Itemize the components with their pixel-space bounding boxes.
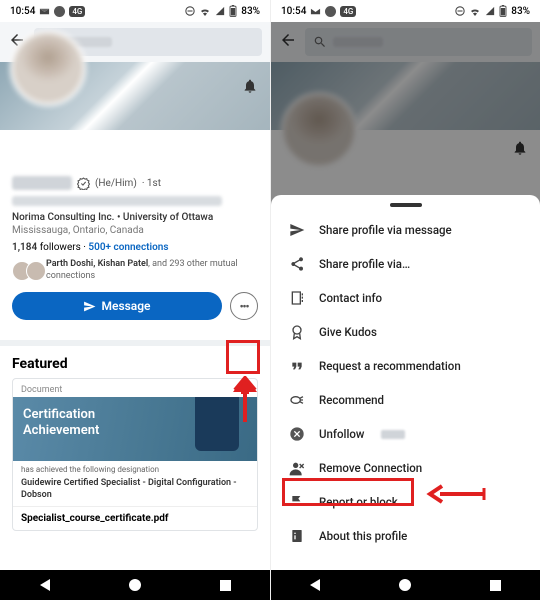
message-button[interactable]: Message <box>12 292 222 320</box>
nav-recents-button[interactable] <box>220 580 231 591</box>
signal-icon <box>215 6 225 16</box>
status-bar: 10:54 4G 83% <box>271 0 540 22</box>
status-pill: 4G <box>69 6 85 17</box>
verified-icon <box>77 177 90 190</box>
mutual-avatars <box>12 261 40 281</box>
location-line: Mississauga, Ontario, Canada <box>12 225 258 236</box>
menu-request-recommendation[interactable]: Request a recommendation <box>271 349 540 383</box>
battery-pct: 83% <box>511 6 530 17</box>
info-icon <box>289 528 305 544</box>
mutual-connections[interactable]: Parth Doshi, Kishan Patel, and 293 other… <box>12 259 258 282</box>
battery-pct: 83% <box>241 6 260 17</box>
menu-share-message[interactable]: Share profile via message <box>271 213 540 247</box>
connection-degree: · 1st <box>142 178 161 189</box>
menu-about-profile[interactable]: About this profile <box>271 519 540 553</box>
share-icon <box>289 256 305 272</box>
headline <box>12 196 222 206</box>
featured-document-card[interactable]: Document CertificationAchievement has ac… <box>12 378 258 530</box>
bottom-sheet: Share profile via message Share profile … <box>271 195 540 570</box>
menu-unfollow[interactable]: Unfollow <box>271 417 540 451</box>
nav-back-button[interactable] <box>40 579 50 591</box>
status-time: 10:54 <box>281 6 306 17</box>
avatar[interactable] <box>10 30 86 106</box>
nav-recents-button[interactable] <box>490 580 501 591</box>
sheet-handle[interactable] <box>390 203 422 207</box>
menu-give-kudos[interactable]: Give Kudos <box>271 315 540 349</box>
remove-person-icon <box>289 460 305 476</box>
more-button[interactable]: ••• <box>230 292 258 320</box>
battery-icon <box>229 5 237 17</box>
android-nav-bar <box>271 570 540 600</box>
menu-contact-info[interactable]: Contact info <box>271 281 540 315</box>
followers-line: 1,184 followers · 500+ connections <box>12 242 258 253</box>
wifi-icon <box>199 6 211 16</box>
annotation-arrow-up <box>231 376 259 428</box>
profile-name <box>12 176 72 190</box>
annotation-arrow-left <box>426 483 486 509</box>
nav-back-button[interactable] <box>310 579 320 591</box>
menu-recommend[interactable]: Recommend <box>271 383 540 417</box>
signal-icon <box>485 6 495 16</box>
gmail-icon <box>310 6 321 17</box>
status-bar: 10:54 4G 83% <box>0 0 270 22</box>
doc-designation: has achieved the following designation <box>13 461 257 478</box>
document-label: Document <box>13 379 257 397</box>
notification-bell-button[interactable] <box>242 78 258 98</box>
menu-share-via[interactable]: Share profile via… <box>271 247 540 281</box>
send-icon <box>83 300 96 313</box>
battery-icon <box>499 5 507 17</box>
name-row: (He/Him) · 1st <box>12 176 258 190</box>
nav-home-button[interactable] <box>399 579 411 591</box>
dnd-icon <box>185 6 195 16</box>
connections-link[interactable]: 500+ connections <box>88 242 168 253</box>
messages-icon <box>54 6 65 17</box>
recommend-icon <box>289 392 305 408</box>
nav-home-button[interactable] <box>129 579 141 591</box>
quote-icon <box>289 358 305 374</box>
document-filename: Specialist_course_certificate.pdf <box>13 506 257 530</box>
document-description: Guidewire Certified Specialist - Digital… <box>13 478 257 505</box>
status-time: 10:54 <box>10 6 35 17</box>
contact-icon <box>289 290 305 306</box>
annotation-box-report <box>282 478 414 506</box>
android-nav-bar <box>0 570 270 600</box>
annotation-box <box>226 340 260 374</box>
pronouns: (He/Him) <box>95 178 137 189</box>
document-banner: CertificationAchievement <box>13 397 257 461</box>
dnd-icon <box>455 6 465 16</box>
messages-icon <box>325 6 336 17</box>
send-icon <box>289 222 305 238</box>
status-pill: 4G <box>340 6 356 17</box>
company-line: Norima Consulting Inc. • University of O… <box>12 212 258 223</box>
unfollow-icon <box>289 426 305 442</box>
gmail-icon <box>39 6 50 17</box>
wifi-icon <box>469 6 481 16</box>
kudos-icon <box>289 324 305 340</box>
